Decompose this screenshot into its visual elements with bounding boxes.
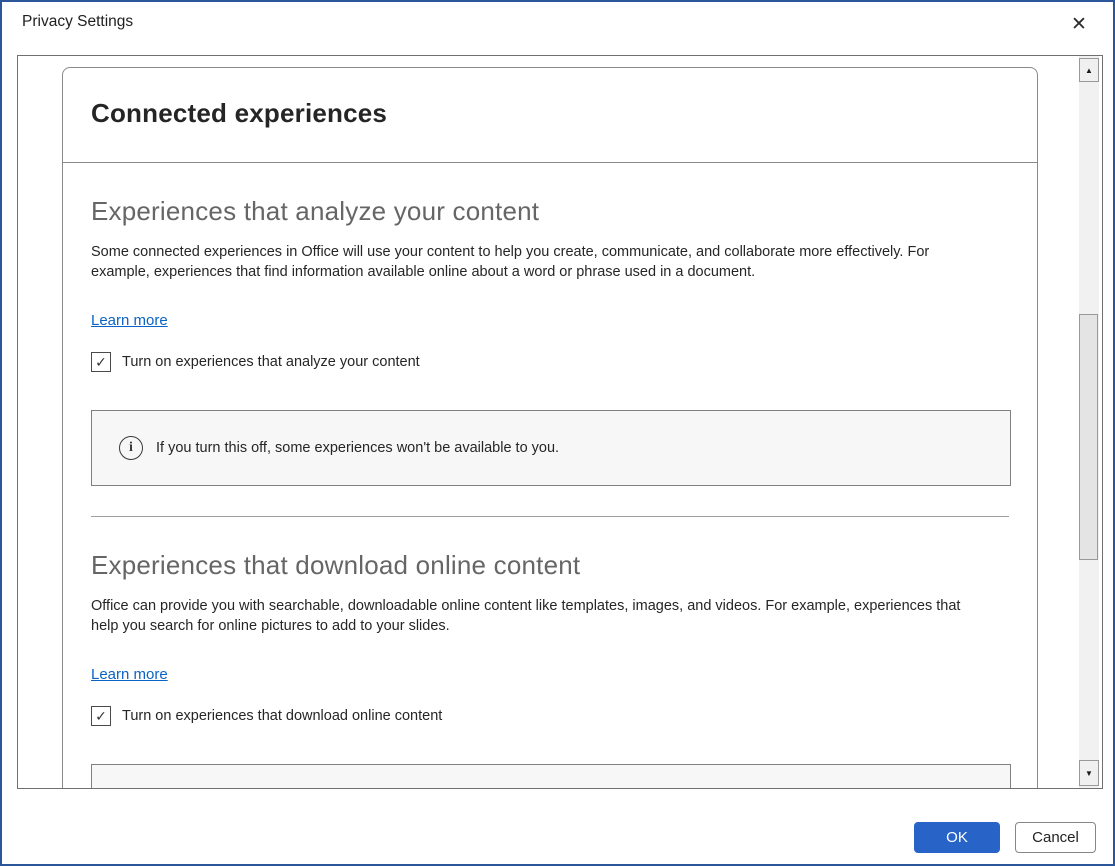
info-icon: i <box>119 436 143 460</box>
section-heading: Experiences that download online content <box>91 550 1009 581</box>
download-content-checkbox[interactable]: ✓ <box>91 706 111 726</box>
learn-more-link-download[interactable]: Learn more <box>91 666 168 683</box>
scroll-down-icon[interactable]: ▼ <box>1079 760 1099 786</box>
cancel-button[interactable]: Cancel <box>1015 822 1096 853</box>
scrollbar-thumb[interactable] <box>1079 314 1098 560</box>
info-box-analyze: i If you turn this off, some experiences… <box>91 410 1011 486</box>
title-bar: Privacy Settings ✕ <box>2 2 1113 55</box>
checkbox-label: Turn on experiences that analyze your co… <box>122 354 420 370</box>
learn-more-link-analyze[interactable]: Learn more <box>91 312 168 329</box>
ok-button[interactable]: OK <box>914 822 1000 853</box>
privacy-settings-dialog: { "dialog": { "title": "Privacy Settings… <box>0 0 1115 866</box>
checkbox-row-download: ✓ Turn on experiences that download onli… <box>91 706 1009 726</box>
section-download-content: Experiences that download online content… <box>91 550 1009 789</box>
checkbox-row-analyze: ✓ Turn on experiences that analyze your … <box>91 352 1009 372</box>
dialog-title: Privacy Settings <box>22 13 133 31</box>
info-box-download: i If you turn this off, some experiences… <box>91 764 1011 789</box>
vertical-scrollbar[interactable]: ▲ ▼ <box>1079 56 1099 788</box>
close-icon[interactable]: ✕ <box>1065 10 1093 38</box>
analyze-content-checkbox[interactable]: ✓ <box>91 352 111 372</box>
section-description: Office can provide you with searchable, … <box>91 596 989 636</box>
scroll-up-icon[interactable]: ▲ <box>1079 58 1099 82</box>
section-analyze-content: Experiences that analyze your content So… <box>91 196 1009 517</box>
section-description: Some connected experiences in Office wil… <box>91 242 989 282</box>
content-viewport: Connected experiences Experiences that a… <box>17 55 1103 789</box>
connected-experiences-card: Connected experiences Experiences that a… <box>62 67 1038 789</box>
page-title: Connected experiences <box>91 98 1009 129</box>
info-message: If you turn this off, some experiences w… <box>156 440 559 456</box>
card-body: Experiences that analyze your content So… <box>63 196 1037 789</box>
checkbox-label: Turn on experiences that download online… <box>122 708 442 724</box>
section-heading: Experiences that analyze your content <box>91 196 1009 227</box>
card-header: Connected experiences <box>63 68 1037 163</box>
section-divider <box>91 516 1009 517</box>
